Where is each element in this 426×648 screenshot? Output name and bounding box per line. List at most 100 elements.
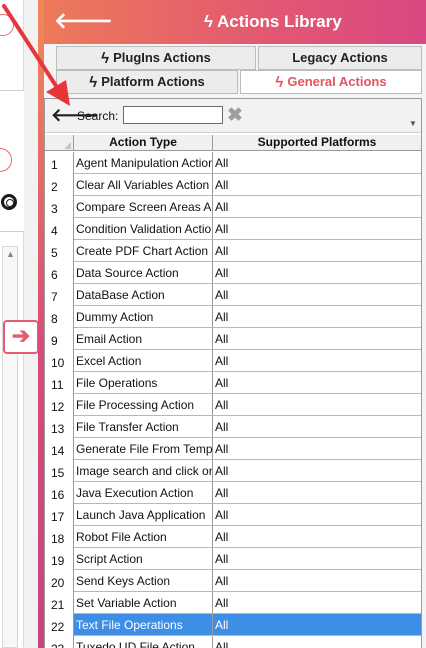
cell-action-type[interactable]: Condition Validation Action <box>74 218 213 239</box>
table-row[interactable]: 8 Dummy Action All <box>45 306 421 328</box>
lifebuoy-icon[interactable] <box>1 194 17 210</box>
arrow-left-icon[interactable]: 🡐 <box>54 10 113 32</box>
row-number[interactable]: 6 <box>45 262 74 284</box>
row-number[interactable]: 1 <box>45 152 74 174</box>
cell-action-type[interactable]: Text File Operations <box>74 614 213 635</box>
cell-action-type[interactable]: File Processing Action <box>74 394 213 415</box>
cell-action-type[interactable]: Dummy Action <box>74 306 213 327</box>
cell-supported-platforms[interactable]: All <box>213 460 421 481</box>
cell-supported-platforms[interactable]: All <box>213 504 421 525</box>
cell-action-type[interactable]: File Transfer Action <box>74 416 213 437</box>
table-row[interactable]: 14Generate File From TemplateAll <box>45 438 421 460</box>
table-row[interactable]: 15 Image search and click or All <box>45 460 421 482</box>
tab-platform-actions[interactable]: ϟ Platform Actions <box>56 70 238 94</box>
row-number[interactable]: 9 <box>45 328 74 350</box>
row-number[interactable]: 14 <box>45 438 74 460</box>
cell-supported-platforms[interactable]: All <box>213 636 421 648</box>
cell-supported-platforms[interactable]: All <box>213 350 421 371</box>
cell-supported-platforms[interactable]: All <box>213 526 421 547</box>
cell-action-type[interactable]: Set Variable Action <box>74 592 213 613</box>
chevron-down-icon[interactable]: ▼ <box>409 119 417 128</box>
cell-action-type[interactable]: Compare Screen Areas Action <box>74 196 213 217</box>
cell-action-type[interactable]: Java Execution Action <box>74 482 213 503</box>
row-number[interactable]: 11 <box>45 372 74 394</box>
row-number[interactable]: 13 <box>45 416 74 438</box>
table-row[interactable]: 6 Data Source Action All <box>45 262 421 284</box>
table-row[interactable]: 16 Java Execution Action All <box>45 482 421 504</box>
cell-supported-platforms[interactable]: All <box>213 570 421 591</box>
row-number[interactable]: 15 <box>45 460 74 482</box>
cell-action-type[interactable]: Script Action <box>74 548 213 569</box>
cell-supported-platforms[interactable]: All <box>213 438 421 459</box>
row-number[interactable]: 22 <box>45 614 74 636</box>
cell-action-type[interactable]: Create PDF Chart Action <box>74 240 213 261</box>
cell-action-type[interactable]: Agent Manipulation Action <box>74 152 213 173</box>
search-input[interactable] <box>123 106 223 124</box>
row-number[interactable]: 21 <box>45 592 74 614</box>
table-row[interactable]: 11 File Operations All <box>45 372 421 394</box>
table-row[interactable]: 4 Condition Validation Action All <box>45 218 421 240</box>
cell-action-type[interactable]: Clear All Variables Action <box>74 174 213 195</box>
cell-action-type[interactable]: Launch Java Application <box>74 504 213 525</box>
cell-supported-platforms[interactable]: All <box>213 372 421 393</box>
cell-supported-platforms[interactable]: All <box>213 196 421 217</box>
background-scrollbar[interactable]: ▲ <box>2 246 18 648</box>
table-row[interactable]: 17 Launch Java Application All <box>45 504 421 526</box>
row-number[interactable]: 18 <box>45 526 74 548</box>
cell-supported-platforms[interactable]: All <box>213 548 421 569</box>
row-number[interactable]: 4 <box>45 218 74 240</box>
cell-action-type[interactable]: Send Keys Action <box>74 570 213 591</box>
cell-action-type[interactable]: File Operations <box>74 372 213 393</box>
row-number[interactable]: 2 <box>45 174 74 196</box>
cell-supported-platforms[interactable]: All <box>213 262 421 283</box>
cell-action-type[interactable]: Email Action <box>74 328 213 349</box>
cell-supported-platforms[interactable]: All <box>213 394 421 415</box>
table-row[interactable]: 22 Text File Operations All <box>45 614 421 636</box>
row-number[interactable]: 23 <box>45 636 74 648</box>
column-header-supported-platforms[interactable]: Supported Platforms <box>213 135 421 151</box>
row-number[interactable]: 16 <box>45 482 74 504</box>
cell-action-type[interactable]: Excel Action <box>74 350 213 371</box>
row-number[interactable]: 17 <box>45 504 74 526</box>
tab-general-actions[interactable]: ϟ General Actions <box>240 70 422 94</box>
table-row[interactable]: 1 Agent Manipulation Action All <box>45 152 421 174</box>
table-row[interactable]: 23Tuxedo UD File ActionAll <box>45 636 421 648</box>
table-row[interactable]: 19 Script Action All <box>45 548 421 570</box>
table-row[interactable]: 7 DataBase Action All <box>45 284 421 306</box>
select-all-corner[interactable] <box>45 135 74 151</box>
cell-action-type[interactable]: Generate File From Template <box>74 438 213 459</box>
table-row[interactable]: 18 Robot File Action All <box>45 526 421 548</box>
expand-panel-button[interactable]: ➔ <box>3 320 39 354</box>
row-number[interactable]: 3 <box>45 196 74 218</box>
tab-legacy-actions[interactable]: Legacy Actions <box>258 46 422 70</box>
cell-supported-platforms[interactable]: All <box>213 240 421 261</box>
scroll-up-icon[interactable]: ▲ <box>6 249 15 259</box>
row-number[interactable]: 12 <box>45 394 74 416</box>
table-row[interactable]: 21 Set Variable Action All <box>45 592 421 614</box>
row-number[interactable]: 10 <box>45 350 74 372</box>
cell-supported-platforms[interactable]: All <box>213 482 421 503</box>
cell-supported-platforms[interactable]: All <box>213 614 421 635</box>
table-row[interactable]: 13 File Transfer Action All <box>45 416 421 438</box>
row-number[interactable]: 8 <box>45 306 74 328</box>
cell-supported-platforms[interactable]: All <box>213 152 421 173</box>
table-row[interactable]: 12 File Processing Action All <box>45 394 421 416</box>
row-number[interactable]: 19 <box>45 548 74 570</box>
tab-plugins-actions[interactable]: ϟ PlugIns Actions <box>56 46 256 70</box>
clear-search-icon[interactable]: ✖ <box>227 104 243 127</box>
table-row[interactable]: 9 Email Action All <box>45 328 421 350</box>
cell-action-type[interactable]: DataBase Action <box>74 284 213 305</box>
cell-supported-platforms[interactable]: All <box>213 328 421 349</box>
cell-supported-platforms[interactable]: All <box>213 218 421 239</box>
cell-supported-platforms[interactable]: All <box>213 416 421 437</box>
table-row[interactable]: 5 Create PDF Chart Action All <box>45 240 421 262</box>
cell-action-type[interactable]: Data Source Action <box>74 262 213 283</box>
cell-action-type[interactable]: Image search and click or <box>74 460 213 481</box>
table-row[interactable]: 3Compare Screen Areas ActionAll <box>45 196 421 218</box>
table-row[interactable]: 20 Send Keys Action All <box>45 570 421 592</box>
cell-action-type[interactable]: Tuxedo UD File Action <box>74 636 213 648</box>
row-number[interactable]: 5 <box>45 240 74 262</box>
table-row[interactable]: 2 Clear All Variables Action All <box>45 174 421 196</box>
cell-action-type[interactable]: Robot File Action <box>74 526 213 547</box>
cell-supported-platforms[interactable]: All <box>213 174 421 195</box>
